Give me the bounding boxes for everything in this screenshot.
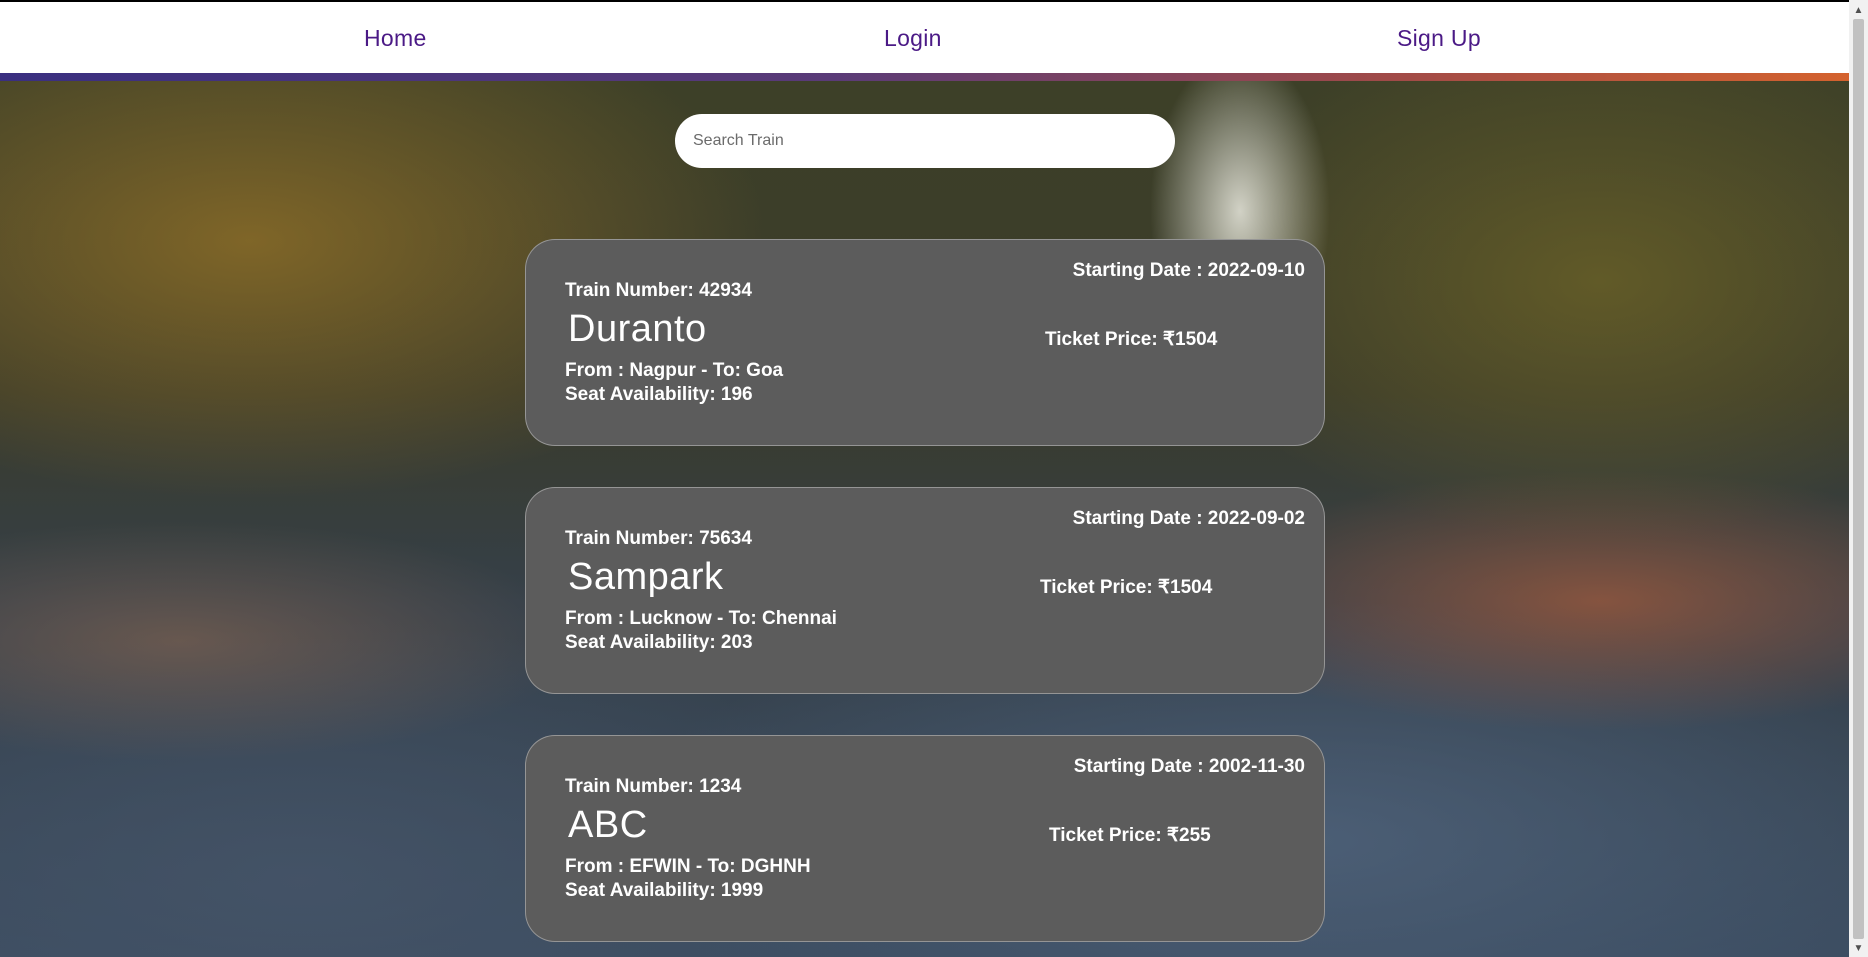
seat-availability: Seat Availability: 1999 [565, 880, 764, 901]
chevron-up-icon[interactable]: ▲ [1849, 2, 1868, 19]
train-name: Sampark [568, 556, 724, 598]
train-route: From : Lucknow - To: Chennai [565, 608, 837, 629]
train-name: Duranto [568, 308, 707, 350]
chevron-down-icon[interactable]: ▼ [1849, 940, 1868, 957]
train-route: From : Nagpur - To: Goa [565, 360, 784, 381]
starting-date: Starting Date : 2002-11-30 [1073, 756, 1305, 777]
train-name: ABC [568, 804, 648, 846]
nav-signup-link[interactable]: Sign Up [1397, 25, 1481, 52]
train-card[interactable]: Train Number: 75634 Sampark From : Luckn… [525, 487, 1325, 694]
train-number: Train Number: 75634 [565, 528, 752, 549]
ticket-price: Ticket Price: ₹1504 [1045, 329, 1218, 350]
train-route: From : EFWIN - To: DGHNH [565, 856, 811, 877]
ticket-price: Ticket Price: ₹1504 [1040, 577, 1213, 598]
starting-date: Starting Date : 2022-09-10 [1072, 260, 1305, 281]
navbar: Home Login Sign Up [0, 2, 1849, 73]
train-number: Train Number: 1234 [565, 776, 742, 797]
nav-home-link[interactable]: Home [364, 25, 427, 52]
train-card[interactable]: Train Number: 42934 Duranto From : Nagpu… [525, 239, 1325, 446]
accent-divider [0, 73, 1849, 81]
ticket-price: Ticket Price: ₹255 [1049, 825, 1211, 846]
search-train-input[interactable] [675, 114, 1175, 168]
scrollbar-thumb[interactable] [1853, 19, 1864, 939]
seat-availability: Seat Availability: 203 [565, 632, 753, 653]
train-card[interactable]: Train Number: 1234 ABC From : EFWIN - To… [525, 735, 1325, 942]
starting-date: Starting Date : 2022-09-02 [1072, 508, 1305, 529]
nav-login-link[interactable]: Login [884, 25, 942, 52]
train-number: Train Number: 42934 [565, 280, 752, 301]
vertical-scrollbar[interactable]: ▲ ▼ [1849, 0, 1868, 957]
seat-availability: Seat Availability: 196 [565, 384, 753, 405]
